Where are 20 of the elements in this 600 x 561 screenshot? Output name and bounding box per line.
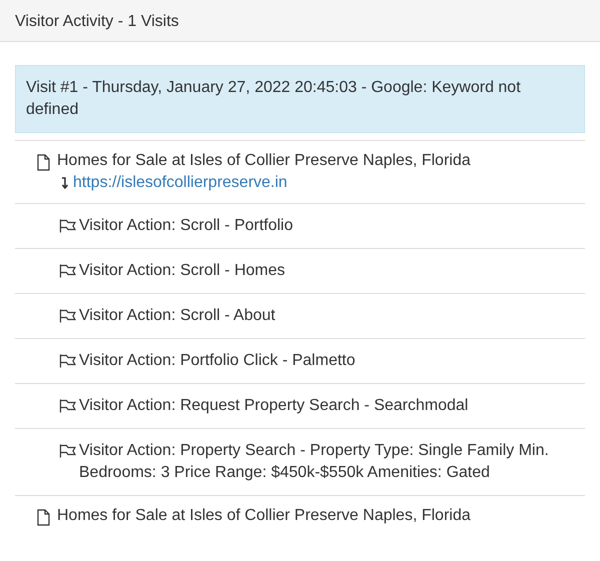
visitor-action: Visitor Action: Scroll - Homes	[79, 261, 285, 281]
visitor-action: Visitor Action: Portfolio Click - Palmetto	[79, 351, 356, 371]
visitor-action: Visitor Action: Scroll - About	[79, 306, 276, 326]
visitor-action: Visitor Action: Property Search - Property Type: Single Family Min. Bedrooms: 3 Price Range: $450k-$550k Amenities: Gated	[79, 441, 550, 483]
visitor-action: Visitor Action: Scroll - Portfolio	[79, 216, 294, 236]
document-icon	[37, 509, 50, 526]
flag-icon	[59, 309, 77, 323]
visitor-action: Visitor Action: Request Property Search - Searchmodal	[79, 396, 468, 416]
page-link[interactable]: https://islesofcollierpreserve.in	[73, 172, 288, 194]
flag-icon	[59, 444, 77, 458]
flag-icon	[59, 354, 77, 368]
document-icon	[37, 154, 50, 171]
panel-header: Visitor Activity - 1 Visits	[0, 0, 600, 42]
flag-icon	[59, 219, 77, 233]
flag-icon	[59, 264, 77, 278]
visit-heading: Visit #1 - Thursday, January 27, 2022 20:45:03 - Google: Keyword not defined	[15, 65, 585, 133]
page-title: Homes for Sale at Isles of Collier Preserve Naples, Florida	[57, 151, 472, 171]
flag-icon	[59, 399, 77, 413]
page-title: Homes for Sale at Isles of Collier Preserve Naples, Florida	[57, 506, 472, 526]
arrow-down-icon	[61, 177, 69, 189]
